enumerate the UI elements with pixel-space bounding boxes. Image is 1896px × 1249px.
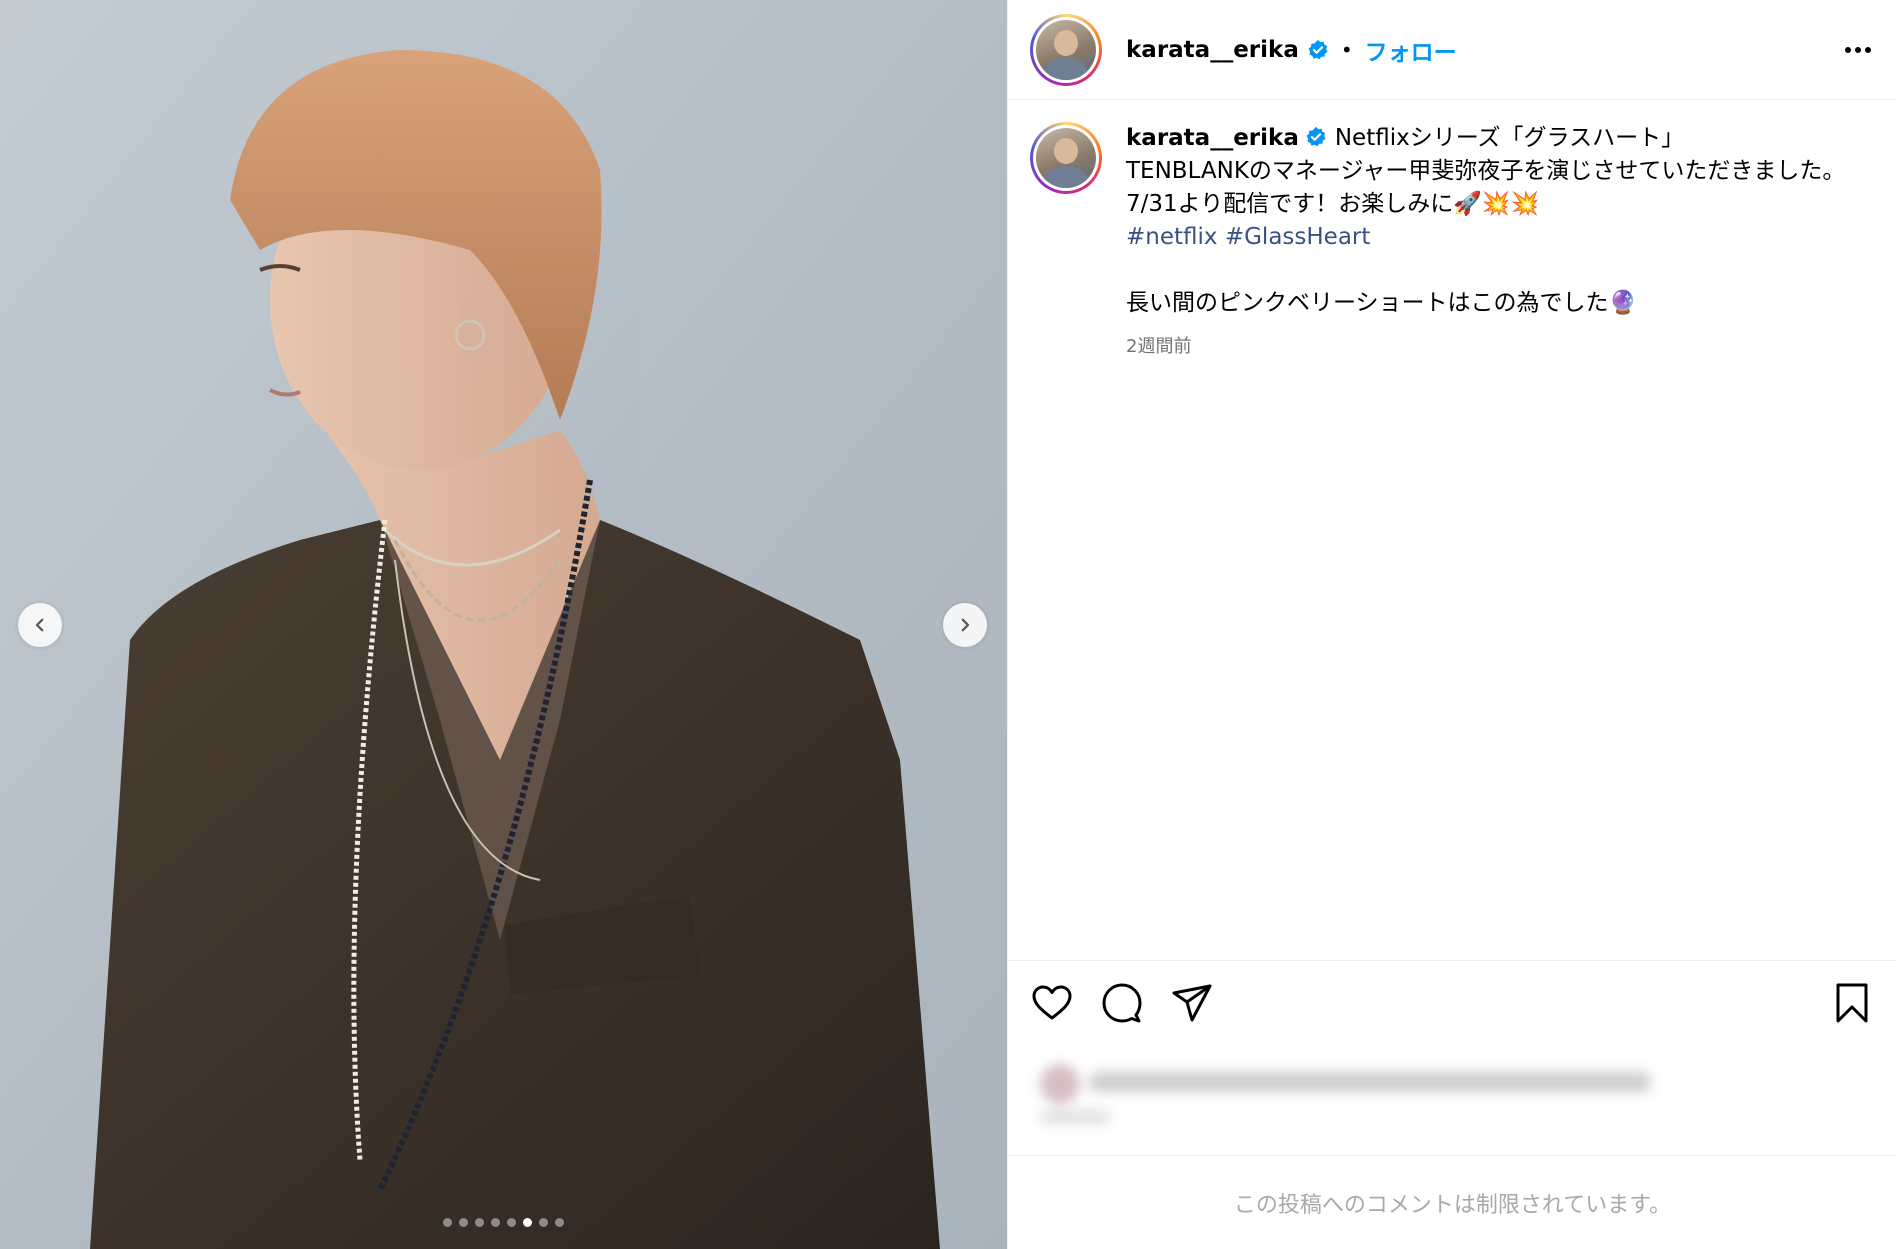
header-username[interactable]: karata__erika: [1126, 37, 1299, 63]
chevron-right-icon: [961, 618, 970, 632]
slide-dot: [523, 1218, 532, 1227]
slide-dot: [475, 1218, 484, 1227]
action-bar: [1008, 960, 1896, 1050]
slide-dot: [507, 1218, 516, 1227]
caption-line-1: Netflixシリーズ「グラスハート」: [1334, 125, 1685, 151]
slide-indicator: [0, 1218, 1007, 1227]
slide-dot: [539, 1218, 548, 1227]
likes-summary-blurred: [1030, 1050, 1670, 1130]
comment-button[interactable]: [1100, 981, 1144, 1025]
post-side-panel: karata__erika • フォロー karata__erika Netfl…: [1007, 0, 1896, 1249]
more-horizontal-icon[interactable]: [1842, 34, 1874, 66]
heart-icon: [1032, 985, 1072, 1020]
verified-badge-icon: [1308, 39, 1328, 59]
next-slide-button[interactable]: [943, 603, 987, 647]
hashtag-glassheart[interactable]: #GlassHeart: [1225, 224, 1371, 250]
caption: karata__erika Netflixシリーズ「グラスハート」 TENBLA…: [1008, 100, 1896, 363]
post-media[interactable]: [0, 0, 1007, 1249]
blurred-date-text: [1040, 1110, 1110, 1124]
follow-button[interactable]: フォロー: [1365, 33, 1457, 67]
caption-avatar-image: [1036, 128, 1096, 188]
caption-avatar-inner: [1033, 125, 1099, 191]
hashtag-netflix[interactable]: #netflix: [1126, 224, 1218, 250]
avatar[interactable]: [1030, 13, 1102, 86]
caption-text: karata__erika Netflixシリーズ「グラスハート」 TENBLA…: [1126, 122, 1856, 363]
caption-avatar[interactable]: [1030, 122, 1102, 194]
like-button[interactable]: [1030, 981, 1074, 1025]
previous-slide-button[interactable]: [18, 603, 62, 647]
bookmark-icon: [1836, 983, 1868, 1023]
caption-line-2: TENBLANKのマネージャー甲斐弥夜子を演じさせていただきました。: [1126, 158, 1846, 184]
post-header: karata__erika • フォロー: [1008, 0, 1896, 100]
post-timestamp[interactable]: 2週間前: [1126, 330, 1856, 363]
comment-icon: [1102, 983, 1142, 1023]
caption-line-3: 7/31より配信です！お楽しみに🚀💥💥: [1126, 191, 1540, 217]
blurred-likes-text: [1090, 1072, 1650, 1092]
slide-dot: [555, 1218, 564, 1227]
send-icon: [1172, 984, 1212, 1022]
instagram-post: karata__erika • フォロー karata__erika Netfl…: [0, 0, 1896, 1249]
save-button[interactable]: [1830, 981, 1874, 1025]
caption-verified-badge-icon: [1306, 126, 1326, 146]
header-separator: •: [1340, 37, 1353, 62]
post-photo: [0, 0, 1007, 1249]
caption-line-5: 長い間のピンクベリーショートはこの為でした🔮: [1126, 290, 1638, 316]
avatar-inner: [1033, 16, 1099, 83]
avatar-image: [1036, 19, 1096, 80]
slide-dot: [443, 1218, 452, 1227]
slide-dot: [459, 1218, 468, 1227]
chevron-left-icon: [35, 618, 44, 632]
blurred-avatar: [1040, 1064, 1080, 1104]
slide-dot: [491, 1218, 500, 1227]
caption-username[interactable]: karata__erika: [1126, 125, 1299, 151]
share-button[interactable]: [1170, 981, 1214, 1025]
comments-restricted-notice: この投稿へのコメントは制限されています。: [1008, 1155, 1896, 1249]
